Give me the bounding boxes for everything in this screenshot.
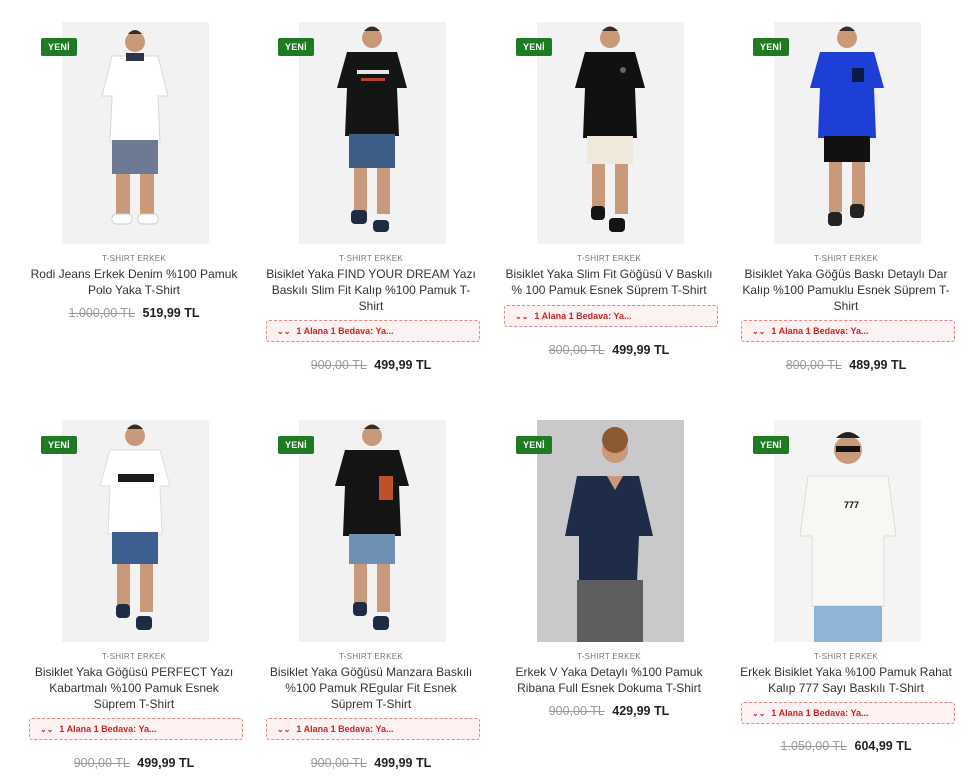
campaign-badge[interactable]: ⌄⌄ 1 Alana 1 Bedava: Ya... [741,702,955,724]
campaign-label: 1 Alana 1 Bedava: Ya... [296,326,394,336]
product-price: 1.000,00 TL 519,99 TL [25,306,243,320]
old-price: 900,00 TL [548,704,605,718]
product-category: T-SHIRT ERKEK [338,652,404,661]
old-price: 1.000,00 TL [68,306,136,320]
old-price: 900,00 TL [310,358,367,372]
product-image[interactable]: 777 [774,420,921,642]
chevron-down-icon: ⌄⌄ [277,725,291,734]
campaign-label: 1 Alana 1 Bedava: Ya... [59,724,157,734]
product-price: 1.050,00 TL 604,99 TL [737,739,955,753]
product-image-link[interactable]: YENİ [500,22,718,244]
product-price: 800,00 TL 499,99 TL [500,343,718,357]
product-image-link[interactable]: YENİ [262,420,480,642]
sale-price: 499,99 TL [612,343,670,357]
product-category: T-SHIRT ERKEK [813,652,879,661]
product-category: T-SHIRT ERKEK [813,254,879,263]
product-price: 900,00 TL 429,99 TL [500,704,718,718]
product-price: 900,00 TL 499,99 TL [262,756,480,770]
new-badge: YENİ [516,436,552,454]
product-image[interactable] [299,22,446,244]
chevron-down-icon: ⌄⌄ [752,327,766,336]
sale-price: 499,99 TL [374,358,432,372]
product-image-link[interactable]: YENİ [500,420,718,642]
product-image[interactable] [537,22,684,244]
old-price: 900,00 TL [73,756,130,770]
product-title[interactable]: Bisiklet Yaka Göğüsü PERFECT Yazı Kabart… [27,664,241,712]
product-image-link[interactable]: YENİ [737,22,955,244]
campaign-badge[interactable]: ⌄⌄ 1 Alana 1 Bedava: Ya... [266,718,480,740]
product-title[interactable]: Erkek Bisiklet Yaka %100 Pamuk Rahat Kal… [739,664,953,696]
product-image[interactable] [537,420,684,642]
product-image[interactable] [62,420,209,642]
product-image[interactable] [62,22,209,244]
chevron-down-icon: ⌄⌄ [277,327,291,336]
sale-price: 429,99 TL [612,704,670,718]
old-price: 1.050,00 TL [780,739,848,753]
campaign-label: 1 Alana 1 Bedava: Ya... [296,724,394,734]
old-price: 800,00 TL [785,358,842,372]
new-badge: YENİ [753,38,789,56]
campaign-label: 1 Alana 1 Bedava: Ya... [771,708,869,718]
product-price: 800,00 TL 489,99 TL [737,358,955,372]
product-price: 900,00 TL 499,99 TL [262,358,480,372]
chevron-down-icon: ⌄⌄ [515,312,529,321]
sale-price: 489,99 TL [849,358,907,372]
chevron-down-icon: ⌄⌄ [752,709,766,718]
product-category: T-SHIRT ERKEK [338,254,404,263]
sale-price: 499,99 TL [137,756,195,770]
new-badge: YENİ [516,38,552,56]
product-category: T-SHIRT ERKEK [576,652,642,661]
product-title[interactable]: Bisiklet Yaka FIND YOUR DREAM Yazı Baskı… [264,266,478,314]
campaign-badge[interactable]: ⌄⌄ 1 Alana 1 Bedava: Ya... [29,718,243,740]
product-title[interactable]: Bisiklet Yaka Göğüsü Manzara Baskılı %10… [264,664,478,712]
campaign-label: 1 Alana 1 Bedava: Ya... [771,326,869,336]
chevron-down-icon: ⌄⌄ [40,725,54,734]
svg-text:777: 777 [844,500,859,510]
product-title[interactable]: Rodi Jeans Erkek Denim %100 Pamuk Polo Y… [27,266,241,298]
new-badge: YENİ [41,436,77,454]
product-category: T-SHIRT ERKEK [101,254,167,263]
campaign-badge[interactable]: ⌄⌄ 1 Alana 1 Bedava: Ya... [266,320,480,342]
new-badge: YENİ [278,38,314,56]
product-image-link[interactable]: YENİ [25,22,243,244]
product-image-link[interactable]: YENİ [262,22,480,244]
product-title[interactable]: Bisiklet Yaka Göğüs Baskı Detaylı Dar Ka… [739,266,953,314]
campaign-badge[interactable]: ⌄⌄ 1 Alana 1 Bedava: Ya... [504,305,718,327]
product-category: T-SHIRT ERKEK [576,254,642,263]
product-title[interactable]: Bisiklet Yaka Slim Fit Göğüsü V Baskılı … [502,266,716,298]
campaign-label: 1 Alana 1 Bedava: Ya... [534,311,632,321]
sale-price: 519,99 TL [142,306,200,320]
new-badge: YENİ [753,436,789,454]
product-image-link[interactable]: 777 YENİ [737,420,955,642]
product-image-link[interactable]: YENİ [25,420,243,642]
old-price: 800,00 TL [548,343,605,357]
product-image[interactable] [299,420,446,642]
new-badge: YENİ [41,38,77,56]
sale-price: 499,99 TL [374,756,432,770]
product-price: 900,00 TL 499,99 TL [25,756,243,770]
product-title[interactable]: Erkek V Yaka Detaylı %100 Pamuk Ribana F… [502,664,716,696]
old-price: 900,00 TL [310,756,367,770]
product-category: T-SHIRT ERKEK [101,652,167,661]
sale-price: 604,99 TL [854,739,912,753]
campaign-badge[interactable]: ⌄⌄ 1 Alana 1 Bedava: Ya... [741,320,955,342]
product-image[interactable] [774,22,921,244]
new-badge: YENİ [278,436,314,454]
